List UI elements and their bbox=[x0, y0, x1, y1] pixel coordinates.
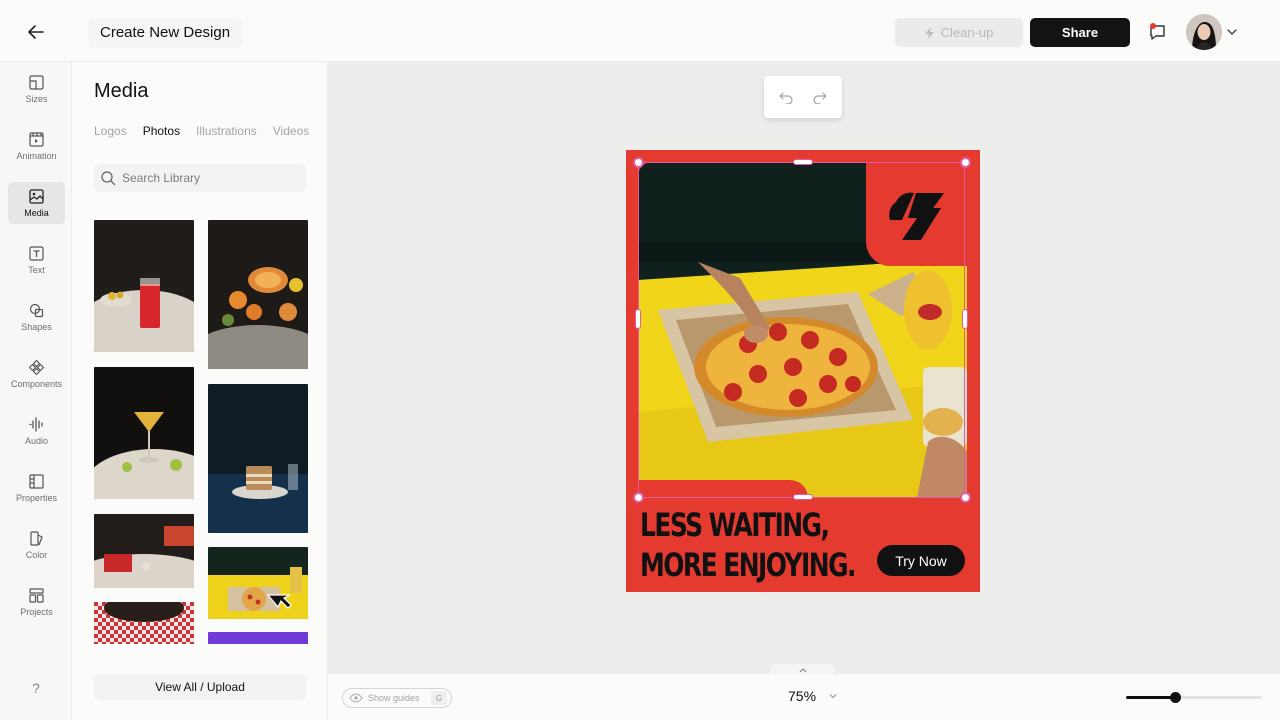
rail-item-media[interactable]: Media bbox=[8, 182, 65, 224]
rail-item-properties[interactable]: Properties bbox=[8, 467, 65, 509]
resize-handle-bottom[interactable] bbox=[793, 494, 813, 500]
resize-handle-top-left[interactable] bbox=[633, 157, 644, 168]
chevron-down-icon bbox=[829, 694, 837, 699]
rail-label: Sizes bbox=[25, 94, 48, 104]
rail-label: Color bbox=[25, 550, 48, 560]
rail-label: Shapes bbox=[21, 322, 52, 332]
sizes-icon bbox=[29, 75, 44, 90]
cleanup-label: Clean-up bbox=[940, 25, 994, 40]
zoom-slider-thumb[interactable] bbox=[1169, 692, 1181, 703]
bottom-bar: Show guides G 75% bbox=[328, 674, 1280, 720]
lightning-icon bbox=[924, 26, 934, 39]
photo-thumb-cocktail[interactable] bbox=[94, 367, 194, 499]
resize-handle-bottom-right[interactable] bbox=[960, 492, 971, 503]
search-icon bbox=[101, 171, 116, 186]
color-icon bbox=[30, 531, 43, 546]
media-icon bbox=[29, 189, 44, 204]
text-icon bbox=[29, 246, 44, 261]
animation-icon bbox=[29, 132, 44, 147]
brand-logo[interactable] bbox=[868, 162, 967, 266]
rail-label: Projects bbox=[20, 607, 53, 617]
tab-illustrations[interactable]: Illustrations bbox=[196, 124, 257, 138]
rail-item-sizes[interactable]: Sizes bbox=[8, 68, 65, 110]
tab-videos[interactable]: Videos bbox=[273, 124, 309, 138]
headline-line-2: MORE ENJOYING. bbox=[640, 546, 857, 584]
media-panel: Media Logos Photos Illustrations Videos bbox=[72, 62, 328, 720]
rail-label: Animation bbox=[16, 151, 57, 161]
panel-title: Media bbox=[94, 80, 149, 102]
view-all-upload-button[interactable]: View All / Upload bbox=[94, 674, 306, 700]
search-input[interactable] bbox=[122, 171, 292, 185]
rail-label: Text bbox=[28, 265, 45, 275]
back-button[interactable] bbox=[22, 18, 50, 46]
try-now-button[interactable]: Try Now bbox=[877, 545, 965, 576]
tab-logos[interactable]: Logos bbox=[94, 124, 127, 138]
projects-icon bbox=[29, 588, 44, 603]
audio-icon bbox=[29, 417, 43, 432]
tool-rail: Sizes Animation Media Text Shapes Compon… bbox=[0, 62, 72, 720]
resize-handle-right[interactable] bbox=[962, 309, 968, 329]
top-bar: Create New Design Clean-up Share bbox=[0, 0, 1280, 62]
arrow-left-icon bbox=[28, 25, 44, 39]
shapes-icon bbox=[29, 303, 44, 318]
rail-item-animation[interactable]: Animation bbox=[8, 125, 65, 167]
headline-line-1: LESS WAITING, bbox=[640, 506, 830, 544]
search-box[interactable] bbox=[94, 164, 306, 192]
undo-icon[interactable] bbox=[779, 90, 793, 104]
resize-handle-bottom-left[interactable] bbox=[633, 492, 644, 503]
rail-item-text[interactable]: Text bbox=[8, 239, 65, 281]
resize-handle-top-right[interactable] bbox=[960, 157, 971, 168]
canvas-area[interactable]: LESS WAITING, MORE ENJOYING. Try Now bbox=[328, 62, 1280, 676]
photo-thumb-pizza[interactable] bbox=[208, 547, 308, 619]
rail-item-audio[interactable]: Audio bbox=[8, 410, 65, 452]
chevron-down-icon[interactable] bbox=[1226, 26, 1238, 38]
media-tabs: Logos Photos Illustrations Videos bbox=[94, 124, 309, 138]
components-icon bbox=[28, 359, 45, 376]
rail-label: Components bbox=[10, 379, 63, 389]
rail-label: Media bbox=[24, 208, 49, 218]
show-guides-toggle[interactable]: Show guides G bbox=[342, 688, 452, 708]
redo-icon[interactable] bbox=[813, 90, 827, 104]
eye-icon bbox=[349, 693, 363, 703]
zoom-slider[interactable] bbox=[1126, 692, 1262, 703]
photo-grid bbox=[94, 220, 308, 644]
user-avatar[interactable] bbox=[1186, 14, 1222, 50]
rail-label: Audio bbox=[24, 436, 49, 446]
headline-text[interactable]: LESS WAITING, MORE ENJOYING. bbox=[640, 505, 857, 585]
chevron-up-icon bbox=[799, 668, 807, 673]
tab-photos[interactable]: Photos bbox=[143, 124, 180, 138]
rail-item-components[interactable]: Components bbox=[8, 353, 65, 395]
photo-thumb-red-tray[interactable] bbox=[94, 514, 194, 588]
notification-dot bbox=[1150, 23, 1156, 29]
show-guides-label: Show guides bbox=[368, 693, 420, 703]
design-title[interactable]: Create New Design bbox=[88, 18, 243, 48]
photo-thumb-red-drink[interactable] bbox=[94, 220, 194, 352]
zoom-slider-fill bbox=[1126, 696, 1175, 699]
resize-handle-top[interactable] bbox=[793, 159, 813, 165]
comments-button[interactable] bbox=[1146, 22, 1168, 44]
zoom-dropdown[interactable]: 75% bbox=[788, 688, 838, 704]
photo-thumb-checkered[interactable] bbox=[94, 602, 194, 644]
photo-thumb-purple[interactable] bbox=[208, 632, 308, 644]
shortcut-key: G bbox=[431, 691, 447, 705]
help-button[interactable]: ? bbox=[26, 678, 46, 698]
share-button[interactable]: Share bbox=[1030, 18, 1130, 47]
design-artboard[interactable]: LESS WAITING, MORE ENJOYING. Try Now bbox=[626, 150, 980, 592]
history-controls bbox=[764, 76, 842, 118]
zoom-value: 75% bbox=[788, 688, 817, 704]
rail-item-color[interactable]: Color bbox=[8, 524, 65, 566]
properties-icon bbox=[29, 474, 44, 489]
rail-item-projects[interactable]: Projects bbox=[8, 581, 65, 623]
cleanup-button[interactable]: Clean-up bbox=[895, 18, 1023, 47]
photo-thumb-fruit[interactable] bbox=[208, 220, 308, 369]
rail-label: Properties bbox=[15, 493, 58, 503]
photo-thumb-sandwich[interactable] bbox=[208, 384, 308, 533]
rail-item-shapes[interactable]: Shapes bbox=[8, 296, 65, 338]
resize-handle-left[interactable] bbox=[635, 309, 641, 329]
